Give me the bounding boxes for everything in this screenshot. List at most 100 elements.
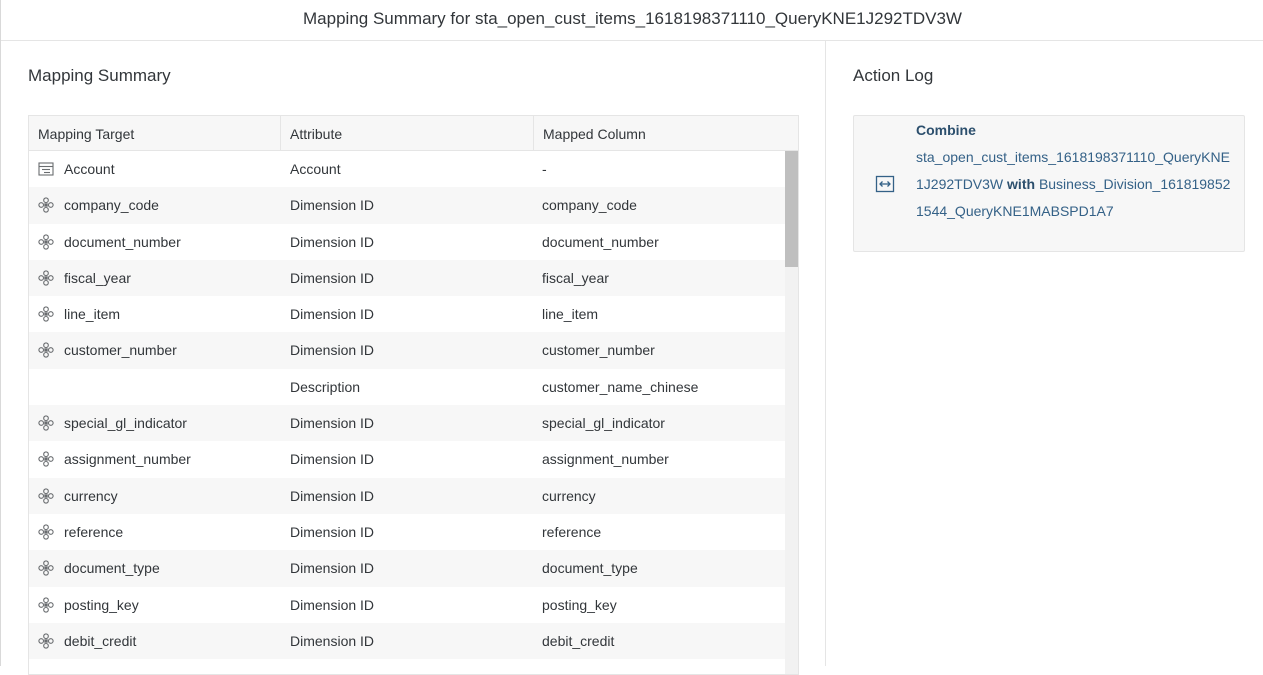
cell-attribute: Dimension ID — [290, 233, 375, 250]
dimension-icon — [38, 415, 54, 431]
cell-mapped-column: debit_credit — [542, 632, 615, 649]
cell-mapping-target: reference — [38, 514, 123, 550]
table-row[interactable]: customer_number Dimension ID customer_numb… — [29, 332, 785, 369]
cell-attribute: Dimension ID — [290, 632, 375, 649]
dimension-icon — [38, 306, 54, 322]
dimension-icon — [38, 560, 54, 576]
cell-attribute: Dimension ID — [290, 487, 375, 504]
cell-attribute: Dimension ID — [290, 342, 375, 359]
cell-mapping-target: special_gl_indicator — [38, 405, 187, 441]
cell-attribute: Dimension ID — [290, 560, 375, 577]
table-row[interactable]: document_type Dimension ID document_type — [29, 550, 785, 587]
table-row[interactable]: reference Dimension ID reference — [29, 514, 785, 550]
mapping-target-label: reference — [64, 523, 124, 540]
mapping-target-label: special_gl_indicator — [64, 415, 187, 432]
dimension-icon — [38, 451, 54, 468]
table-row[interactable]: document_number Dimension ID document_numb… — [29, 224, 785, 260]
table-row[interactable]: fiscal_year Dimension ID fiscal_year — [29, 259, 785, 297]
mapping-target-label: document_number — [64, 233, 181, 250]
scrollbar-thumb[interactable] — [785, 151, 798, 267]
cell-mapped-column: customer_name_chinese — [542, 378, 699, 395]
table-row[interactable]: special_gl_indicator Dimension ID special_… — [29, 405, 785, 442]
cell-mapped-column: company_code — [542, 197, 637, 214]
mapping-target-label: line_item — [64, 306, 121, 323]
dimension-icon — [38, 596, 54, 613]
mapping-table: Mapping Target Attribute Mapped Column A… — [28, 115, 799, 675]
mapping-target-label: Account — [64, 161, 115, 177]
dialog-title: Mapping Summary for sta_open_cust_items_… — [1, 0, 1263, 41]
mapping-target-label: document_type — [64, 560, 160, 577]
combine-icon — [875, 175, 895, 193]
action-log-action: Combine — [916, 122, 976, 138]
mapping-target-label: fiscal_year — [64, 269, 131, 286]
dimension-icon — [38, 524, 54, 540]
cell-mapping-target: company_code — [38, 187, 159, 223]
dimension-icon — [38, 270, 54, 286]
cell-mapping-target: document_number — [38, 224, 181, 260]
cell-mapped-column: posting_key — [542, 596, 617, 613]
action-log-pane: Action Log Combine sta_open_cust_items_1… — [827, 41, 1263, 666]
cell-mapping-target: debit_credit — [38, 623, 136, 659]
cell-attribute: Description — [290, 378, 361, 395]
table-scrollbar[interactable] — [785, 151, 798, 674]
cell-mapped-column: currency — [542, 487, 596, 504]
table-row[interactable]: currency Dimension ID currency — [29, 477, 785, 514]
dimension-icon — [38, 633, 54, 649]
action-log-entry[interactable]: Combine sta_open_cust_items_161819837111… — [853, 115, 1245, 252]
table-body: Account Account - company_code Dimension ID c… — [29, 151, 785, 660]
mapping-target-label: debit_credit — [64, 632, 137, 649]
dimension-icon — [38, 488, 54, 504]
cell-mapped-column: - — [542, 161, 547, 177]
cell-mapped-column: assignment_number — [542, 451, 669, 468]
cell-mapped-column: customer_number — [542, 342, 655, 359]
table-row[interactable]: posting_key Dimension ID posting_key — [29, 587, 785, 623]
dimension-icon — [38, 233, 54, 250]
mapping-summary-heading: Mapping Summary — [28, 66, 171, 85]
action-log-connector: with — [1007, 176, 1036, 192]
mapping-target-label: assignment_number — [64, 451, 191, 468]
mapping-target-label: customer_number — [64, 342, 177, 359]
cell-attribute: Dimension ID — [290, 596, 375, 613]
table-row[interactable]: assignment_number Dimension ID assignment_… — [29, 441, 785, 477]
cell-mapping-target: currency — [38, 478, 118, 514]
cell-attribute: Account — [290, 161, 341, 177]
cell-mapping-target: line_item — [38, 296, 120, 332]
cell-attribute: Dimension ID — [290, 269, 375, 286]
cell-mapped-column: fiscal_year — [542, 269, 609, 286]
cell-attribute: Dimension ID — [290, 523, 375, 540]
dimension-icon — [38, 197, 54, 213]
cell-mapping-target: document_type — [38, 550, 160, 586]
dimension-icon — [38, 342, 54, 359]
table-row[interactable]: company_code Dimension ID company_code — [29, 187, 785, 224]
cell-mapping-target: assignment_number — [38, 441, 191, 477]
cell-mapped-column: line_item — [542, 306, 599, 323]
cell-mapped-column: document_type — [542, 560, 638, 577]
cell-mapped-column: document_number — [542, 233, 659, 250]
action-log-heading: Action Log — [853, 66, 934, 85]
column-header-attribute[interactable]: Attribute — [281, 116, 534, 151]
cell-attribute: Dimension ID — [290, 197, 375, 214]
table-row[interactable]: Description customer_name_chinese — [29, 369, 785, 405]
cell-mapping-target: customer_number — [38, 332, 177, 368]
cell-attribute: Dimension ID — [290, 415, 375, 432]
column-header-mapping-target[interactable]: Mapping Target — [29, 116, 281, 151]
cell-mapping-target: Account — [38, 151, 115, 187]
column-header-mapped-column[interactable]: Mapped Column — [534, 116, 798, 151]
mapping-target-label: company_code — [64, 197, 159, 214]
cell-mapping-target: fiscal_year — [38, 260, 131, 296]
mapping-target-label: posting_key — [64, 596, 139, 613]
mapping-summary-dialog: Mapping Summary for sta_open_cust_items_… — [0, 0, 1263, 675]
account-hierarchy-icon — [38, 161, 54, 177]
table-header: Mapping Target Attribute Mapped Column — [29, 116, 798, 151]
cell-attribute: Dimension ID — [290, 306, 375, 323]
table-row[interactable]: line_item Dimension ID line_item — [29, 296, 785, 332]
mapping-summary-pane: Mapping Summary Mapping Target Attribute… — [2, 41, 826, 675]
mapping-target-label: currency — [64, 487, 118, 504]
cell-attribute: Dimension ID — [290, 451, 375, 468]
cell-mapping-target: posting_key — [38, 587, 139, 623]
action-log-text: Combine sta_open_cust_items_161819837111… — [916, 117, 1234, 225]
table-row[interactable]: Account Account - — [29, 151, 785, 187]
cell-mapped-column: special_gl_indicator — [542, 415, 665, 432]
cell-mapped-column: reference — [542, 523, 602, 540]
table-row[interactable]: debit_credit Dimension ID debit_credit — [29, 622, 785, 660]
